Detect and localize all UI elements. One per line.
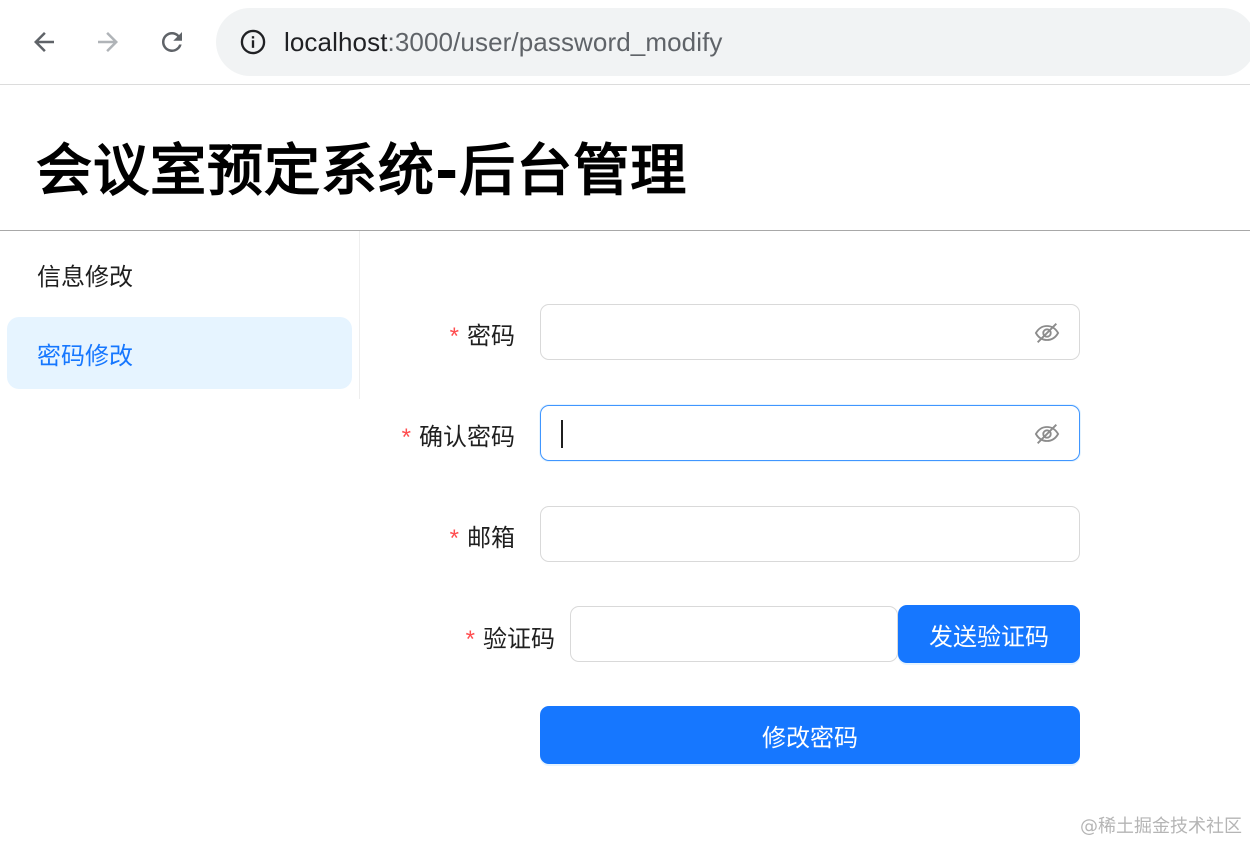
sidebar-item-password-modify[interactable]: 密码修改 <box>7 317 352 389</box>
page-header: 会议室预定系统-后台管理 <box>0 86 1250 231</box>
email-label: * 邮箱 <box>449 524 515 552</box>
arrow-right-icon <box>98 32 118 52</box>
info-icon[interactable] <box>238 27 268 57</box>
captcha-input[interactable] <box>571 607 897 661</box>
email-field[interactable] <box>540 506 1080 562</box>
confirm-password-field[interactable] <box>540 405 1080 461</box>
text-caret <box>561 420 563 448</box>
send-captcha-button[interactable]: 发送验证码 <box>898 605 1080 663</box>
forward-button[interactable] <box>88 22 128 62</box>
password-input[interactable] <box>541 305 1079 359</box>
sidebar-item-info-modify[interactable]: 信息修改 <box>7 238 352 310</box>
url-host: localhost <box>284 26 388 57</box>
reload-icon <box>161 31 182 52</box>
required-mark: * <box>401 424 411 451</box>
watermark: @稀土掘金技术社区 <box>1080 816 1242 837</box>
address-bar[interactable]: localhost:3000/user/password_modify <box>216 8 1250 76</box>
url-text[interactable]: localhost:3000/user/password_modify <box>284 27 723 58</box>
eye-invisible-icon[interactable] <box>1033 420 1061 448</box>
eye-invisible-icon[interactable] <box>1033 319 1061 347</box>
page-title: 会议室预定系统-后台管理 <box>36 139 688 204</box>
required-mark: * <box>465 626 475 653</box>
required-mark: * <box>449 323 459 350</box>
reload-button[interactable] <box>152 22 192 62</box>
email-input[interactable] <box>541 507 1079 561</box>
browser-toolbar: localhost:3000/user/password_modify <box>0 0 1250 85</box>
arrow-left-icon <box>34 32 54 52</box>
captcha-label: * 验证码 <box>465 625 555 653</box>
url-path: :3000/user/password_modify <box>387 26 723 57</box>
password-label: * 密码 <box>449 322 515 350</box>
confirm-password-label: * 确认密码 <box>401 423 515 451</box>
sidebar-menu: 信息修改 密码修改 <box>0 231 360 399</box>
captcha-field[interactable] <box>570 606 898 662</box>
password-field[interactable] <box>540 304 1080 360</box>
confirm-password-input[interactable] <box>541 406 1079 460</box>
modify-password-button[interactable]: 修改密码 <box>540 706 1080 764</box>
required-mark: * <box>449 525 459 552</box>
back-button[interactable] <box>24 22 64 62</box>
